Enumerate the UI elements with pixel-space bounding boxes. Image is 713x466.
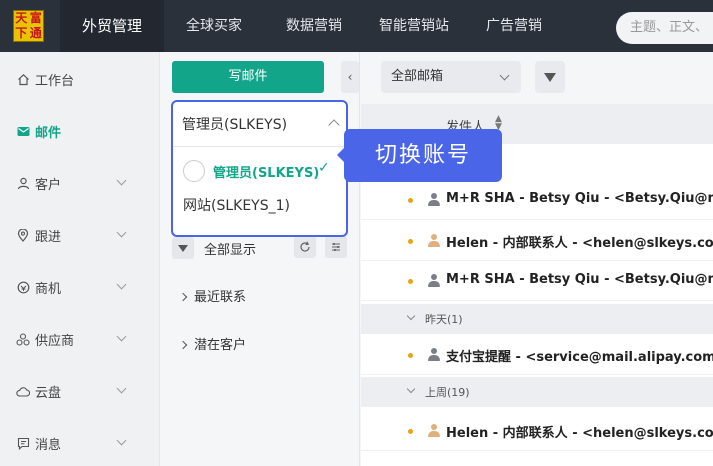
- chevron-down-icon: [406, 311, 416, 321]
- account-option-website[interactable]: 网站(SLKEYS_1): [183, 195, 290, 215]
- tree-item-label: 最近联系: [194, 290, 247, 305]
- chevron-down-icon: [406, 384, 416, 394]
- mail-row[interactable]: Helen - 内部联系人 - <helen@slkeys.com>: [361, 221, 713, 261]
- nav-smart-marketing-site[interactable]: 智能营销站: [379, 0, 449, 52]
- date-group-label: 上周(19): [425, 386, 470, 399]
- unread-dot: [408, 239, 413, 244]
- mail-sender: Helen - 内部联系人 - <helen@slkeys.com>: [446, 236, 713, 251]
- contact-avatar-icon: [427, 274, 441, 288]
- sidebar-item-opportunities[interactable]: 商机: [0, 261, 160, 313]
- current-account-value: 管理员(SLKEYS): [182, 117, 288, 133]
- write-mail-button[interactable]: 写邮件: [172, 61, 324, 93]
- date-group-yesterday[interactable]: 昨天(1): [361, 304, 713, 334]
- nav-foreign-trade[interactable]: 外贸管理: [60, 0, 164, 52]
- date-group-label: 昨天(1): [425, 313, 463, 326]
- chevron-down-icon: [116, 227, 127, 238]
- check-icon: ✓: [318, 160, 330, 176]
- chevron-down-icon: [116, 175, 127, 186]
- account-option-label: 管理员(SLKEYS): [213, 165, 320, 181]
- account-avatar-icon: [183, 160, 205, 182]
- sidebar-item-label: 跟进: [35, 229, 62, 245]
- chevron-right-icon: [178, 340, 188, 350]
- switch-account-tooltip: 切换账号: [344, 129, 502, 182]
- sidebar-item-label: 邮件: [35, 125, 62, 141]
- message-icon: [16, 436, 30, 450]
- sidebar-item-suppliers[interactable]: 供应商: [0, 313, 160, 365]
- account-switcher-dropdown[interactable]: 管理员(SLKEYS) 管理员(SLKEYS) ✓ 网站(SLKEYS_1): [171, 100, 348, 237]
- date-group-last-week[interactable]: 上周(19): [361, 377, 713, 407]
- unread-dot: [408, 429, 413, 434]
- sidebar-item-label: 云盘: [35, 385, 62, 401]
- logo-char: 富: [29, 11, 42, 25]
- chevron-down-icon: [499, 70, 510, 81]
- tree-item-potential-customers[interactable]: 潜在客户: [178, 334, 247, 353]
- mail-sender: Helen - 内部联系人 - <helen@slkeys.com>: [446, 426, 713, 441]
- sidebar-item-label: 供应商: [35, 333, 75, 349]
- tree-item-recent-contacts[interactable]: 最近联系: [178, 286, 247, 305]
- mail-row[interactable]: M+R SHA - Betsy Qiu - <Betsy.Qiu@mrsha.c…: [361, 261, 713, 301]
- mail-sender: M+R SHA - Betsy Qiu - <Betsy.Qiu@mrsha.c…: [446, 272, 713, 287]
- chevron-down-icon: [116, 279, 127, 290]
- unread-dot: [408, 198, 413, 203]
- logo-char: 天: [15, 11, 28, 25]
- sidebar-item-label: 客户: [35, 177, 62, 193]
- sidebar-item-followup[interactable]: 跟进: [0, 209, 160, 261]
- global-search-input[interactable]: 主题、正文、: [616, 12, 713, 44]
- brand-logo[interactable]: 天 富 下 通: [13, 10, 44, 42]
- internal-contact-avatar-icon: [427, 424, 441, 438]
- mail-list-panel: 全部邮箱 发件人 ▲ ▼ M+R SHA - Betsy Qiu - <Betsy…: [361, 52, 713, 466]
- sidebar-item-messages[interactable]: 消息: [0, 417, 160, 466]
- sidebar-item-label: 工作台: [35, 73, 75, 89]
- nav-data-marketing[interactable]: 数据营销: [286, 0, 342, 52]
- top-navigation-bar: 天 富 下 通 外贸管理 全球买家 数据营销 智能营销站 广告营销 主题、正文、: [0, 0, 713, 52]
- sidebar-item-label: 消息: [35, 437, 62, 453]
- sidebar-item-customers[interactable]: 客户: [0, 157, 160, 209]
- mail-icon: [16, 124, 30, 138]
- mail-row[interactable]: 支付宝提醒 - <service@mail.alipay.com>: [361, 335, 713, 375]
- mail-sender: 支付宝提醒 - <service@mail.alipay.com>: [446, 350, 713, 365]
- chevron-up-icon: [328, 119, 340, 131]
- sidebar-item-workbench[interactable]: 工作台: [0, 53, 160, 105]
- mailbox-select-value: 全部邮箱: [391, 69, 444, 84]
- dropdown-divider: [173, 146, 346, 147]
- contact-avatar-icon: [427, 193, 441, 207]
- mail-filter-button[interactable]: [535, 61, 565, 93]
- filter-icon[interactable]: [172, 237, 194, 259]
- mail-row[interactable]: Helen - 内部联系人 - <helen@slkeys.com>: [361, 411, 713, 451]
- mail-row[interactable]: M+R SHA - Betsy Qiu - <Betsy.Qiu@mrsha.c…: [361, 180, 713, 220]
- refresh-icon[interactable]: [294, 236, 316, 258]
- collapse-panel-button[interactable]: ‹: [341, 61, 359, 93]
- supplier-icon: [16, 332, 30, 346]
- cloud-icon: [16, 384, 30, 398]
- account-option-admin[interactable]: 管理员(SLKEYS) ✓: [183, 158, 333, 184]
- opportunity-icon: [16, 280, 30, 294]
- user-icon: [16, 176, 30, 190]
- unread-dot: [408, 279, 413, 284]
- mail-sender: M+R SHA - Betsy Qiu - <Betsy.Qiu@mrsha.c…: [446, 191, 713, 206]
- internal-contact-avatar-icon: [427, 234, 441, 248]
- mail-list-toolbar: 全部邮箱: [361, 52, 713, 104]
- tree-item-label: 潜在客户: [194, 338, 247, 353]
- contact-avatar-icon: [427, 348, 441, 362]
- filter-icon: [544, 72, 556, 82]
- unread-dot: [408, 353, 413, 358]
- mailbox-select[interactable]: 全部邮箱: [381, 61, 521, 93]
- show-all-filter[interactable]: 全部显示: [204, 239, 256, 258]
- logo-char: 下: [15, 26, 28, 40]
- nav-ad-marketing[interactable]: 广告营销: [486, 0, 542, 52]
- chevron-down-icon: [116, 331, 127, 342]
- left-sidebar: 工作台 邮件 客户 跟进 商机 供应商 云盘 消息: [0, 52, 160, 466]
- logo-char: 通: [29, 26, 42, 40]
- sidebar-item-label: 商机: [35, 281, 62, 297]
- home-icon: [16, 72, 30, 86]
- sidebar-item-mail[interactable]: 邮件: [0, 105, 160, 157]
- chevron-down-icon: [116, 383, 127, 394]
- chevron-down-icon: [116, 435, 127, 446]
- chevron-right-icon: [178, 292, 188, 302]
- location-icon: [16, 228, 30, 242]
- settings-sliders-icon[interactable]: [325, 236, 347, 258]
- nav-global-buyers[interactable]: 全球买家: [186, 0, 242, 52]
- sidebar-item-cloud-drive[interactable]: 云盘: [0, 365, 160, 417]
